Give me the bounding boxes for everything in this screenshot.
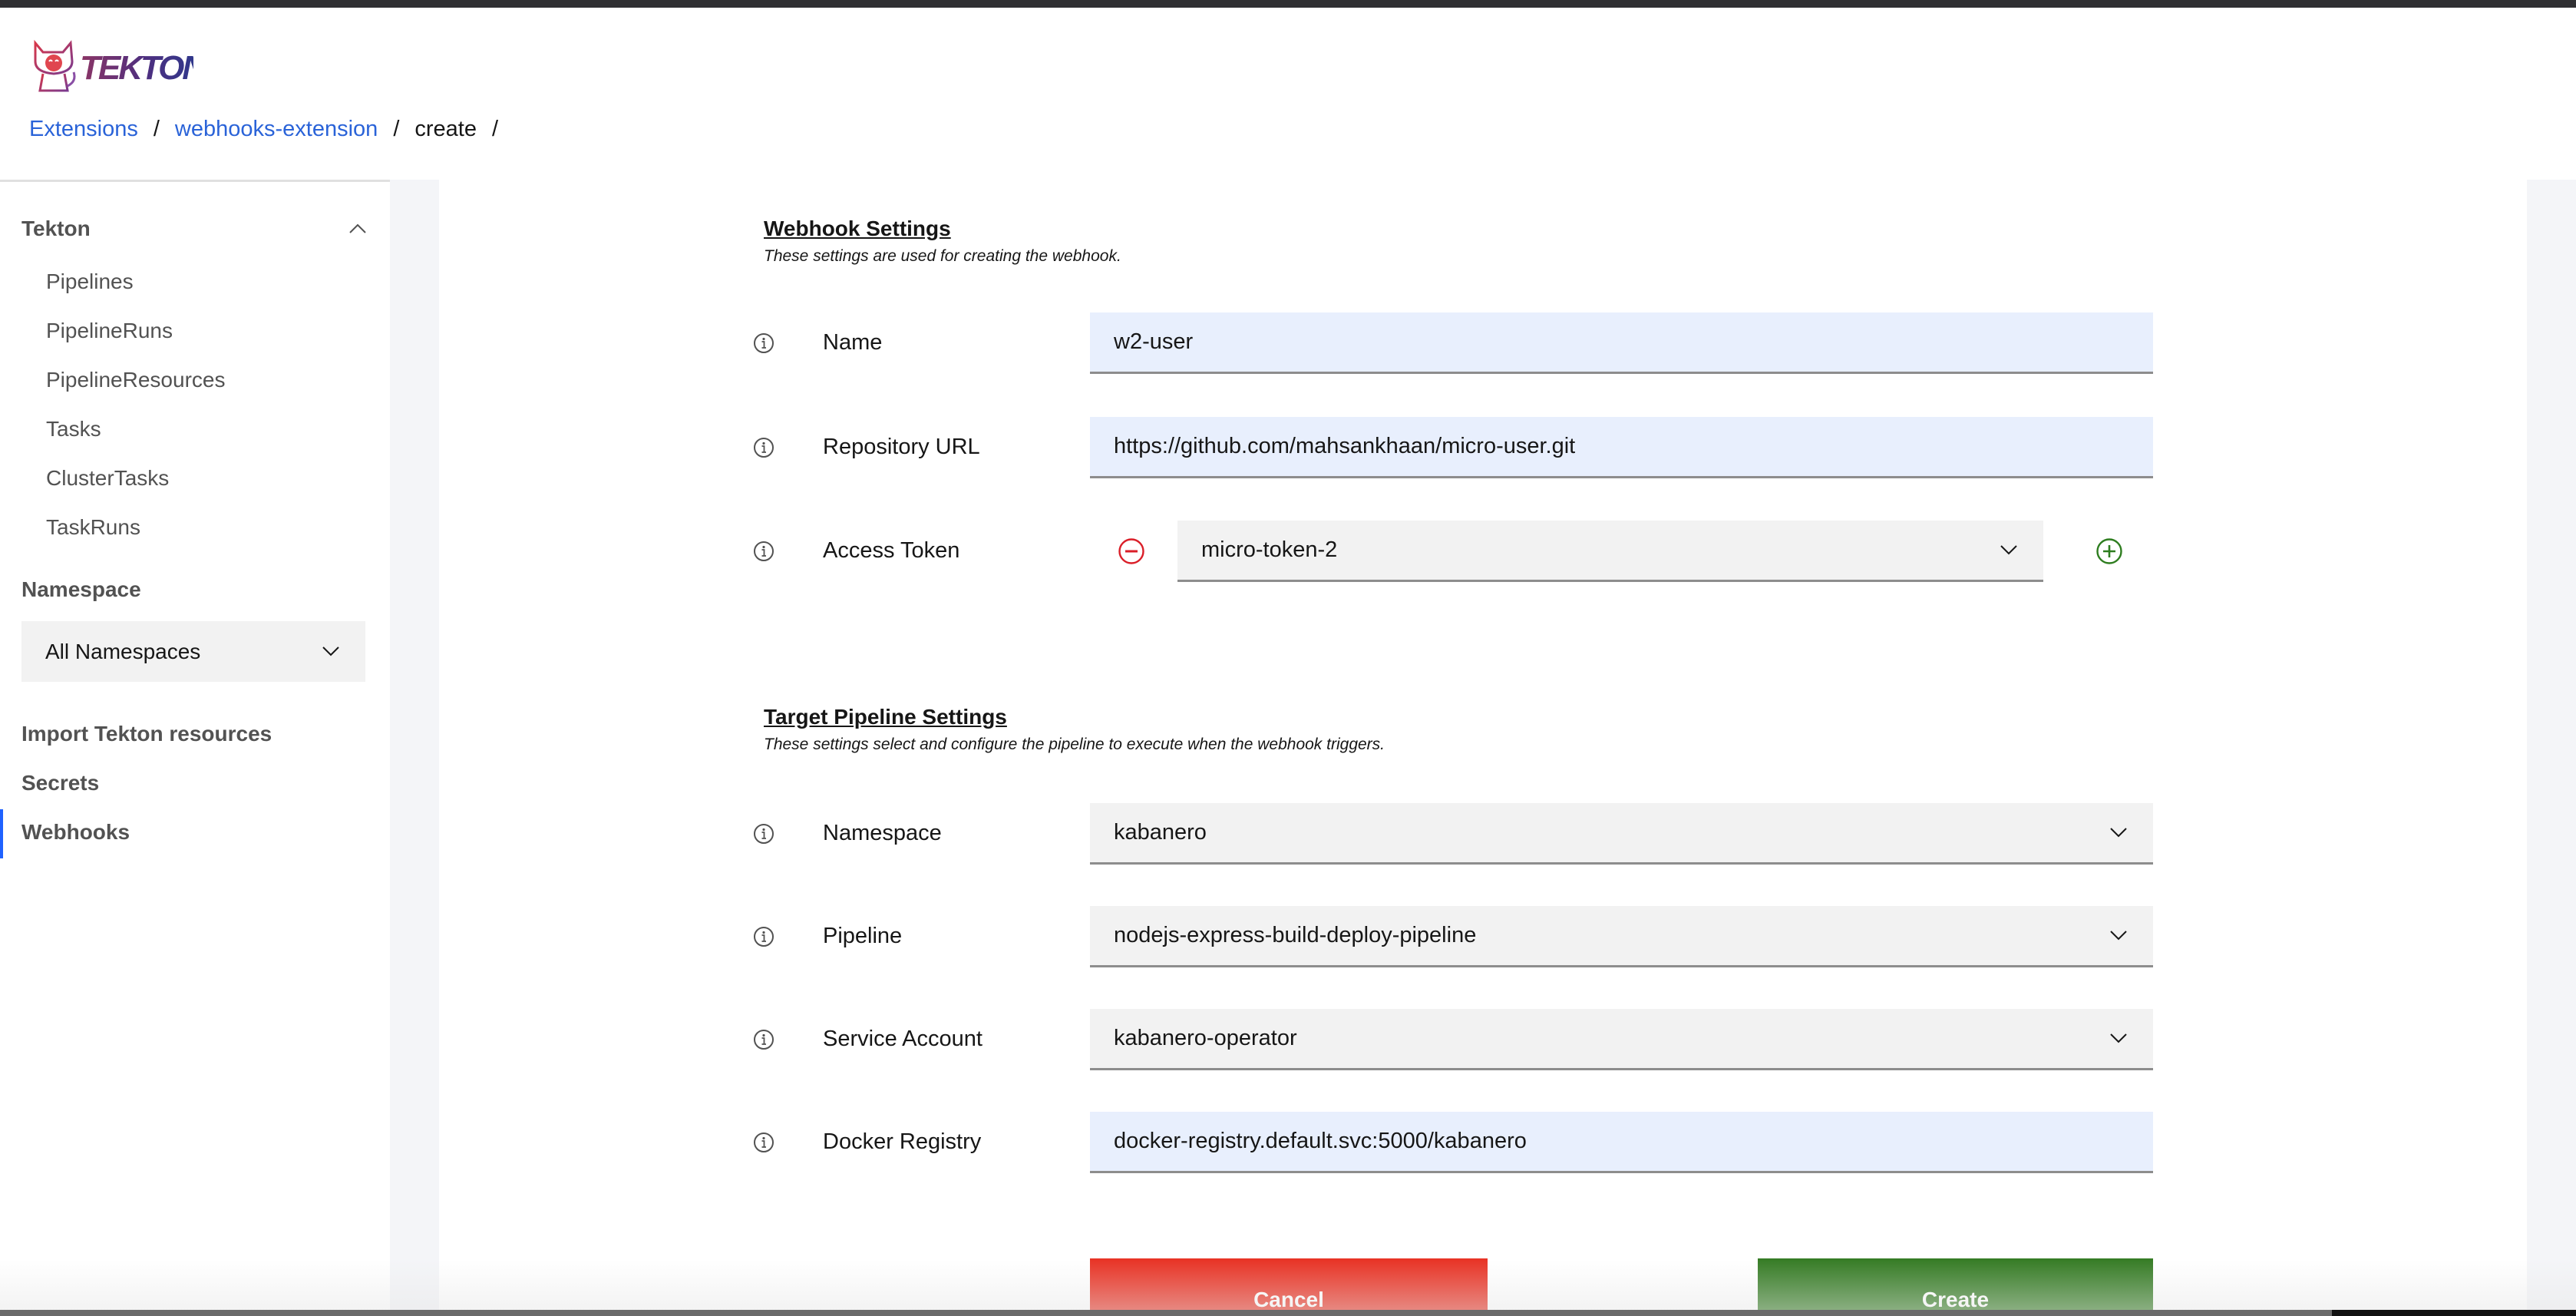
access-token-dropdown[interactable]: micro-token-2: [1177, 521, 2043, 582]
chevron-down-icon: [322, 646, 339, 656]
namespace-select[interactable]: kabanero: [1090, 803, 2153, 865]
sidebar-item-pipelineresources[interactable]: PipelineResources: [46, 368, 225, 392]
webhook-settings-description: These settings are used for creating the…: [764, 247, 1121, 265]
chevron-down-icon: [2000, 545, 2017, 555]
minus-circle-icon[interactable]: [1118, 537, 1145, 565]
content-gutter-right: [2527, 180, 2576, 1316]
sidebar-item-tasks[interactable]: Tasks: [46, 417, 101, 441]
cancel-button[interactable]: Cancel: [1090, 1258, 1488, 1316]
info-icon[interactable]: [753, 1132, 774, 1153]
info-icon[interactable]: [753, 332, 774, 354]
namespace-dropdown[interactable]: All Namespaces: [21, 621, 365, 682]
breadcrumb-separator: /: [153, 117, 160, 141]
target-pipeline-settings-description: These settings select and configure the …: [764, 736, 1385, 753]
create-button[interactable]: Create: [1758, 1258, 2153, 1316]
content-gutter-left: [390, 180, 439, 1316]
pipeline-select[interactable]: nodejs-express-build-deploy-pipeline: [1090, 906, 2153, 967]
service-account-select[interactable]: kabanero-operator: [1090, 1009, 2153, 1070]
service-account-select-value: kabanero-operator: [1114, 1026, 1297, 1050]
info-icon[interactable]: [753, 541, 774, 562]
sidebar-link-import-tekton-resources[interactable]: Import Tekton resources: [21, 722, 272, 746]
sidebar-link-secrets[interactable]: Secrets: [21, 771, 99, 795]
target-pipeline-settings-title: Target Pipeline Settings: [764, 705, 1007, 729]
webhook-settings-title: Webhook Settings: [764, 217, 951, 240]
access-token-value: micro-token-2: [1201, 537, 1338, 562]
scrollbar-thumb[interactable]: [0, 1310, 2332, 1316]
namespace-label: Namespace: [823, 821, 942, 845]
namespace-dropdown-value: All Namespaces: [45, 639, 201, 663]
info-icon[interactable]: [753, 823, 774, 845]
breadcrumb-extensions[interactable]: Extensions: [29, 117, 138, 142]
docker-registry-input[interactable]: [1090, 1112, 2153, 1173]
tekton-cat-logo-icon: [34, 39, 76, 92]
pipeline-select-value: nodejs-express-build-deploy-pipeline: [1114, 923, 1477, 947]
info-icon[interactable]: [753, 926, 774, 947]
tekton-logo[interactable]: TEKTON: [29, 37, 198, 95]
sidebar: Tekton Pipelines PipelineRuns PipelineRe…: [0, 180, 390, 1316]
name-input[interactable]: [1090, 312, 2153, 374]
svg-text:TEKTON: TEKTON: [80, 49, 193, 85]
breadcrumb-create: create: [414, 117, 477, 141]
access-token-label: Access Token: [823, 538, 960, 563]
sidebar-namespace-label: Namespace: [21, 577, 141, 601]
tekton-wordmark: TEKTON: [80, 49, 193, 85]
breadcrumb-webhooks-extension[interactable]: webhooks-extension: [175, 117, 378, 142]
sidebar-item-clustertasks[interactable]: ClusterTasks: [46, 466, 169, 491]
pipeline-label: Pipeline: [823, 924, 903, 948]
sidebar-item-pipelineruns[interactable]: PipelineRuns: [46, 319, 173, 343]
chevron-up-icon: [349, 223, 366, 233]
docker-registry-label: Docker Registry: [823, 1129, 982, 1154]
repository-url-label: Repository URL: [823, 435, 980, 459]
breadcrumb: Extensions / webhooks-extension / create…: [29, 117, 514, 142]
chevron-down-icon: [2110, 828, 2127, 838]
sidebar-section-title: Tekton: [21, 217, 91, 240]
chevron-down-icon: [2110, 1033, 2127, 1043]
sidebar-section-tekton[interactable]: Tekton: [21, 217, 367, 241]
active-indicator: [0, 809, 3, 858]
horizontal-scrollbar[interactable]: [0, 1310, 2576, 1316]
breadcrumb-separator: /: [491, 117, 499, 141]
info-icon[interactable]: [753, 437, 774, 458]
name-label: Name: [823, 330, 883, 355]
plus-circle-icon[interactable]: [2095, 537, 2123, 565]
namespace-select-value: kabanero: [1114, 820, 1207, 845]
sidebar-item-taskruns[interactable]: TaskRuns: [46, 515, 140, 540]
window-top-bar: [0, 0, 2576, 8]
chevron-down-icon: [2110, 931, 2127, 941]
service-account-label: Service Account: [823, 1027, 983, 1051]
breadcrumb-separator: /: [393, 117, 400, 141]
create-webhook-form: Webhook Settings These settings are used…: [439, 180, 2527, 1316]
repository-url-input[interactable]: [1090, 417, 2153, 478]
info-icon[interactable]: [753, 1029, 774, 1050]
sidebar-link-webhooks[interactable]: Webhooks: [21, 820, 130, 845]
sidebar-item-pipelines[interactable]: Pipelines: [46, 269, 134, 294]
